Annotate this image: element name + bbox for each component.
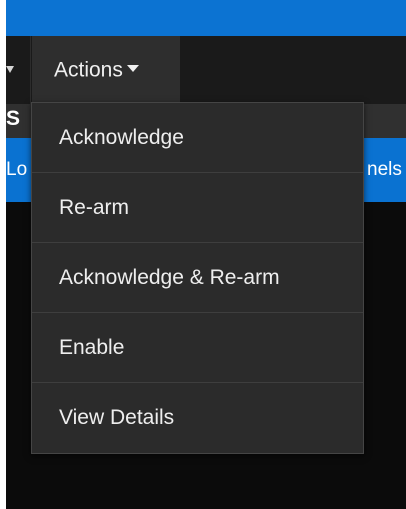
- actions-menu-button[interactable]: Actions: [32, 36, 180, 104]
- menu-item-enable[interactable]: Enable: [32, 313, 363, 383]
- actions-dropdown-menu: Acknowledge Re-arm Acknowledge & Re-arm …: [31, 102, 364, 454]
- caret-down-icon: [126, 64, 139, 72]
- menu-item-re-arm[interactable]: Re-arm: [32, 173, 363, 243]
- menu-item-view-details[interactable]: View Details: [32, 383, 363, 453]
- chevron-down-icon[interactable]: [6, 66, 14, 73]
- app-window: Actions S Lo nels Acknowledge Re-arm Ack…: [6, 0, 406, 509]
- toolbar-divider: [30, 36, 31, 104]
- menu-item-acknowledge-re-arm[interactable]: Acknowledge & Re-arm: [32, 243, 363, 313]
- row-cell-left: Lo: [6, 159, 28, 180]
- menu-item-acknowledge[interactable]: Acknowledge: [32, 103, 363, 173]
- actions-button-label: Actions: [54, 58, 123, 82]
- top-banner: [6, 0, 406, 36]
- column-header[interactable]: S: [6, 104, 20, 134]
- toolbar: Actions: [6, 36, 406, 104]
- row-cell-right: nels: [367, 159, 402, 180]
